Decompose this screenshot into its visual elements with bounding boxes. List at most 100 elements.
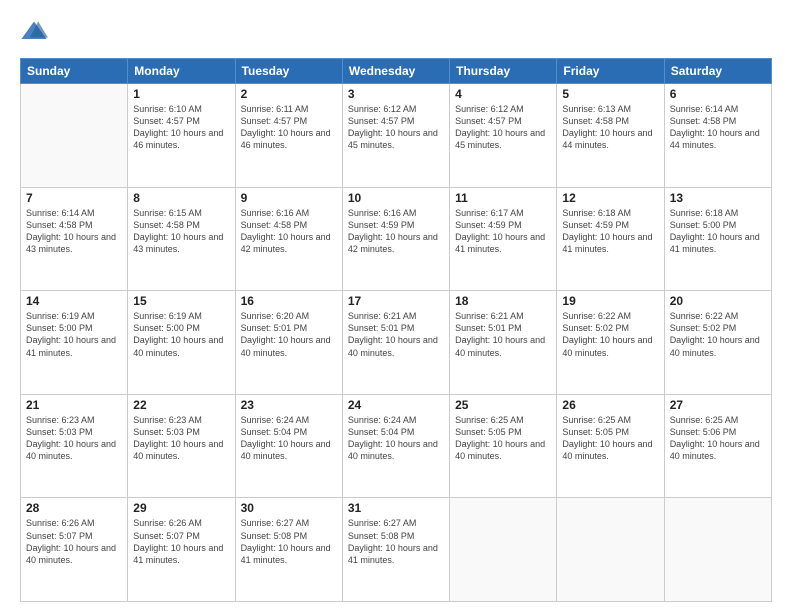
day-info: Sunrise: 6:19 AMSunset: 5:00 PMDaylight:… [133,310,229,359]
calendar-cell: 1 Sunrise: 6:10 AMSunset: 4:57 PMDaylight… [128,84,235,188]
calendar-table: SundayMondayTuesdayWednesdayThursdayFrid… [20,58,772,602]
day-info: Sunrise: 6:16 AMSunset: 4:59 PMDaylight:… [348,207,444,256]
calendar-cell: 18 Sunrise: 6:21 AMSunset: 5:01 PMDayligh… [450,291,557,395]
day-number: 25 [455,398,551,412]
calendar-cell: 22 Sunrise: 6:23 AMSunset: 5:03 PMDayligh… [128,394,235,498]
day-number: 19 [562,294,658,308]
calendar-cell: 29 Sunrise: 6:26 AMSunset: 5:07 PMDayligh… [128,498,235,602]
calendar-cell: 23 Sunrise: 6:24 AMSunset: 5:04 PMDayligh… [235,394,342,498]
day-info: Sunrise: 6:18 AMSunset: 4:59 PMDaylight:… [562,207,658,256]
calendar-week-row: 1 Sunrise: 6:10 AMSunset: 4:57 PMDaylight… [21,84,772,188]
calendar-cell: 9Sunrise: 6:16 AMSunset: 4:58 PMDaylight… [235,187,342,291]
calendar-cell: 15 Sunrise: 6:19 AMSunset: 5:00 PMDayligh… [128,291,235,395]
day-number: 16 [241,294,337,308]
calendar-cell: 4 Sunrise: 6:12 AMSunset: 4:57 PMDaylight… [450,84,557,188]
day-info: Sunrise: 6:19 AMSunset: 5:00 PMDaylight:… [26,310,122,359]
calendar-cell: 30 Sunrise: 6:27 AMSunset: 5:08 PMDayligh… [235,498,342,602]
calendar-cell: 27 Sunrise: 6:25 AMSunset: 5:06 PMDayligh… [664,394,771,498]
weekday-header-thursday: Thursday [450,59,557,84]
calendar-cell: 3 Sunrise: 6:12 AMSunset: 4:57 PMDaylight… [342,84,449,188]
calendar-cell: 17 Sunrise: 6:21 AMSunset: 5:01 PMDayligh… [342,291,449,395]
calendar-cell: 16Sunrise: 6:20 AMSunset: 5:01 PMDayligh… [235,291,342,395]
day-info: Sunrise: 6:21 AMSunset: 5:01 PMDaylight:… [348,310,444,359]
day-number: 4 [455,87,551,101]
day-info: Sunrise: 6:24 AMSunset: 5:04 PMDaylight:… [241,414,337,463]
calendar-cell: 6Sunrise: 6:14 AMSunset: 4:58 PMDaylight… [664,84,771,188]
day-number: 30 [241,501,337,515]
day-info: Sunrise: 6:13 AMSunset: 4:58 PMDaylight:… [562,103,658,152]
day-number: 12 [562,191,658,205]
day-number: 26 [562,398,658,412]
day-info: Sunrise: 6:22 AMSunset: 5:02 PMDaylight:… [670,310,766,359]
weekday-header-sunday: Sunday [21,59,128,84]
day-number: 20 [670,294,766,308]
day-info: Sunrise: 6:26 AMSunset: 5:07 PMDaylight:… [133,517,229,566]
calendar-cell: 19 Sunrise: 6:22 AMSunset: 5:02 PMDayligh… [557,291,664,395]
weekday-header-monday: Monday [128,59,235,84]
day-number: 13 [670,191,766,205]
calendar-cell: 10Sunrise: 6:16 AMSunset: 4:59 PMDayligh… [342,187,449,291]
day-info: Sunrise: 6:21 AMSunset: 5:01 PMDaylight:… [455,310,551,359]
calendar-cell [21,84,128,188]
calendar-cell: 24 Sunrise: 6:24 AMSunset: 5:04 PMDayligh… [342,394,449,498]
day-number: 11 [455,191,551,205]
day-number: 29 [133,501,229,515]
calendar-cell: 31 Sunrise: 6:27 AMSunset: 5:08 PMDayligh… [342,498,449,602]
weekday-header-tuesday: Tuesday [235,59,342,84]
calendar-cell: 12 Sunrise: 6:18 AMSunset: 4:59 PMDayligh… [557,187,664,291]
day-info: Sunrise: 6:12 AMSunset: 4:57 PMDaylight:… [348,103,444,152]
day-info: Sunrise: 6:14 AMSunset: 4:58 PMDaylight:… [26,207,122,256]
day-number: 15 [133,294,229,308]
calendar-week-row: 21 Sunrise: 6:23 AMSunset: 5:03 PMDayligh… [21,394,772,498]
day-number: 27 [670,398,766,412]
calendar-cell: 2Sunrise: 6:11 AMSunset: 4:57 PMDaylight… [235,84,342,188]
day-info: Sunrise: 6:25 AMSunset: 5:05 PMDaylight:… [562,414,658,463]
calendar-cell [664,498,771,602]
calendar-cell: 20 Sunrise: 6:22 AMSunset: 5:02 PMDayligh… [664,291,771,395]
weekday-header-wednesday: Wednesday [342,59,449,84]
weekday-header-friday: Friday [557,59,664,84]
calendar-cell: 28Sunrise: 6:26 AMSunset: 5:07 PMDayligh… [21,498,128,602]
day-info: Sunrise: 6:22 AMSunset: 5:02 PMDaylight:… [562,310,658,359]
day-number: 17 [348,294,444,308]
day-info: Sunrise: 6:24 AMSunset: 5:04 PMDaylight:… [348,414,444,463]
day-info: Sunrise: 6:17 AMSunset: 4:59 PMDaylight:… [455,207,551,256]
day-number: 24 [348,398,444,412]
day-number: 22 [133,398,229,412]
day-info: Sunrise: 6:12 AMSunset: 4:57 PMDaylight:… [455,103,551,152]
day-number: 7 [26,191,122,205]
calendar-week-row: 28 Sunrise: 6:26 AMSunset: 5:07 PMDayligh… [21,498,772,602]
calendar-cell: 13 Sunrise: 6:18 AMSunset: 5:00 PMDayligh… [664,187,771,291]
day-info: Sunrise: 6:25 AMSunset: 5:05 PMDaylight:… [455,414,551,463]
day-info: Sunrise: 6:23 AMSunset: 5:03 PMDaylight:… [26,414,122,463]
page: SundayMondayTuesdayWednesdayThursdayFrid… [0,0,792,612]
logo [20,18,50,46]
calendar-cell [557,498,664,602]
day-number: 3 [348,87,444,101]
calendar-cell: 26 Sunrise: 6:25 AMSunset: 5:05 PMDayligh… [557,394,664,498]
day-number: 28 [26,501,122,515]
weekday-header-saturday: Saturday [664,59,771,84]
day-number: 1 [133,87,229,101]
day-number: 23 [241,398,337,412]
calendar-week-row: 7 Sunrise: 6:14 AMSunset: 4:58 PMDaylight… [21,187,772,291]
day-info: Sunrise: 6:27 AMSunset: 5:08 PMDaylight:… [348,517,444,566]
day-number: 31 [348,501,444,515]
day-info: Sunrise: 6:23 AMSunset: 5:03 PMDaylight:… [133,414,229,463]
day-number: 18 [455,294,551,308]
day-number: 2 [241,87,337,101]
day-info: Sunrise: 6:10 AMSunset: 4:57 PMDaylight:… [133,103,229,152]
header [20,18,772,46]
logo-icon [20,18,48,46]
calendar-cell: 5Sunrise: 6:13 AMSunset: 4:58 PMDaylight… [557,84,664,188]
day-number: 21 [26,398,122,412]
day-number: 8 [133,191,229,205]
day-info: Sunrise: 6:18 AMSunset: 5:00 PMDaylight:… [670,207,766,256]
day-number: 6 [670,87,766,101]
day-info: Sunrise: 6:25 AMSunset: 5:06 PMDaylight:… [670,414,766,463]
calendar-week-row: 14Sunrise: 6:19 AMSunset: 5:00 PMDayligh… [21,291,772,395]
weekday-header-row: SundayMondayTuesdayWednesdayThursdayFrid… [21,59,772,84]
day-info: Sunrise: 6:27 AMSunset: 5:08 PMDaylight:… [241,517,337,566]
day-number: 9 [241,191,337,205]
calendar-cell: 7 Sunrise: 6:14 AMSunset: 4:58 PMDaylight… [21,187,128,291]
